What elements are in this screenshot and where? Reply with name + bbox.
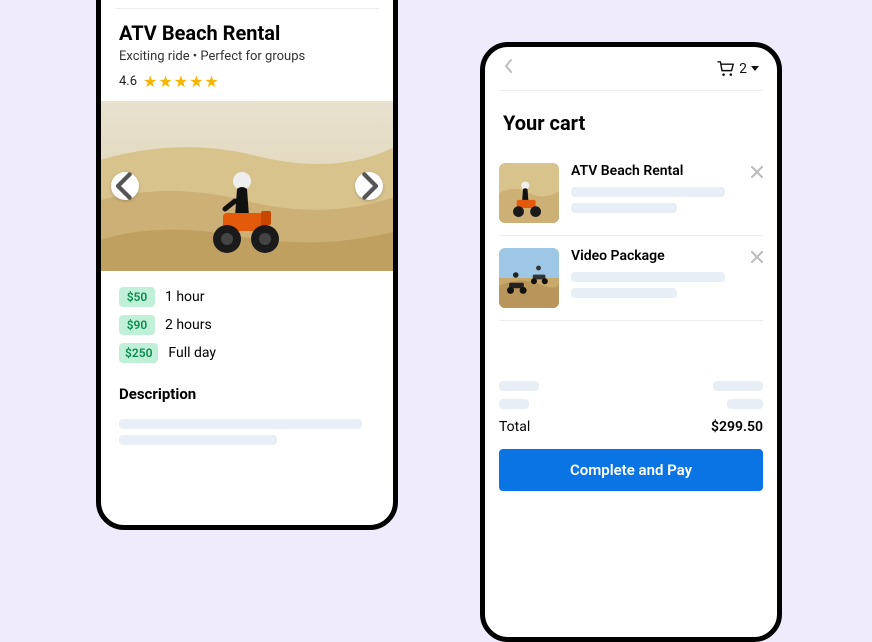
rating-stars: ★★★★★ xyxy=(143,72,220,91)
phone-detail: 1 ATV Beach Rental Exciting ride • Perfe… xyxy=(96,0,398,530)
chevron-down-icon xyxy=(751,66,759,71)
product-subtitle: Exciting ride • Perfect for groups xyxy=(119,49,375,64)
price-option[interactable]: $250 Full day xyxy=(119,343,375,363)
total-label: Total xyxy=(499,419,530,435)
total-amount: $299.50 xyxy=(711,419,763,435)
cart-icon xyxy=(717,61,735,77)
description-placeholder xyxy=(119,419,362,429)
cart-item-placeholder xyxy=(571,288,677,298)
price-label: 1 hour xyxy=(165,289,205,305)
carousel-next[interactable] xyxy=(355,172,383,200)
topbar: 1 xyxy=(115,0,379,9)
description-heading: Description xyxy=(115,381,379,413)
price-chip: $250 xyxy=(119,343,158,363)
cart-item-thumb xyxy=(499,248,559,308)
description-placeholder xyxy=(119,435,277,445)
cart-item: ATV Beach Rental xyxy=(499,151,763,236)
price-chip: $50 xyxy=(119,287,155,307)
carousel-prev[interactable] xyxy=(111,172,139,200)
cart-item-thumb xyxy=(499,163,559,223)
price-label: 2 hours xyxy=(165,317,212,333)
phone-cart: 2 Your cart xyxy=(480,42,782,642)
price-chip: $90 xyxy=(119,315,155,335)
topbar: 2 xyxy=(499,47,763,91)
price-label: Full day xyxy=(168,345,216,361)
summary-placeholder xyxy=(499,399,529,409)
complete-and-pay-button[interactable]: Complete and Pay xyxy=(499,449,763,491)
cart-count: 2 xyxy=(739,61,747,77)
cart-item-placeholder xyxy=(571,187,725,197)
summary-placeholder xyxy=(727,399,763,409)
product-title: ATV Beach Rental xyxy=(119,21,375,45)
remove-item-button[interactable] xyxy=(751,248,763,267)
summary-placeholder xyxy=(713,381,763,391)
cart-item: Video Package xyxy=(499,236,763,321)
rating-value: 4.6 xyxy=(119,74,137,89)
back-button[interactable] xyxy=(503,58,515,79)
summary-placeholder xyxy=(499,381,539,391)
pricing-options: $50 1 hour $90 2 hours $250 Full day xyxy=(115,271,379,381)
price-option[interactable]: $50 1 hour xyxy=(119,287,375,307)
remove-item-button[interactable] xyxy=(751,163,763,182)
cart-summary: Total $299.50 Complete and Pay xyxy=(499,321,763,491)
hero-image xyxy=(101,101,393,271)
cart-item-placeholder xyxy=(571,272,725,282)
rating: 4.6 ★★★★★ xyxy=(119,72,375,91)
cart-item-name: Video Package xyxy=(571,248,763,264)
cart-indicator[interactable]: 2 xyxy=(717,61,759,77)
price-option[interactable]: $90 2 hours xyxy=(119,315,375,335)
cart-title: Your cart xyxy=(499,91,763,151)
cart-item-placeholder xyxy=(571,203,677,213)
cart-item-name: ATV Beach Rental xyxy=(571,163,763,179)
